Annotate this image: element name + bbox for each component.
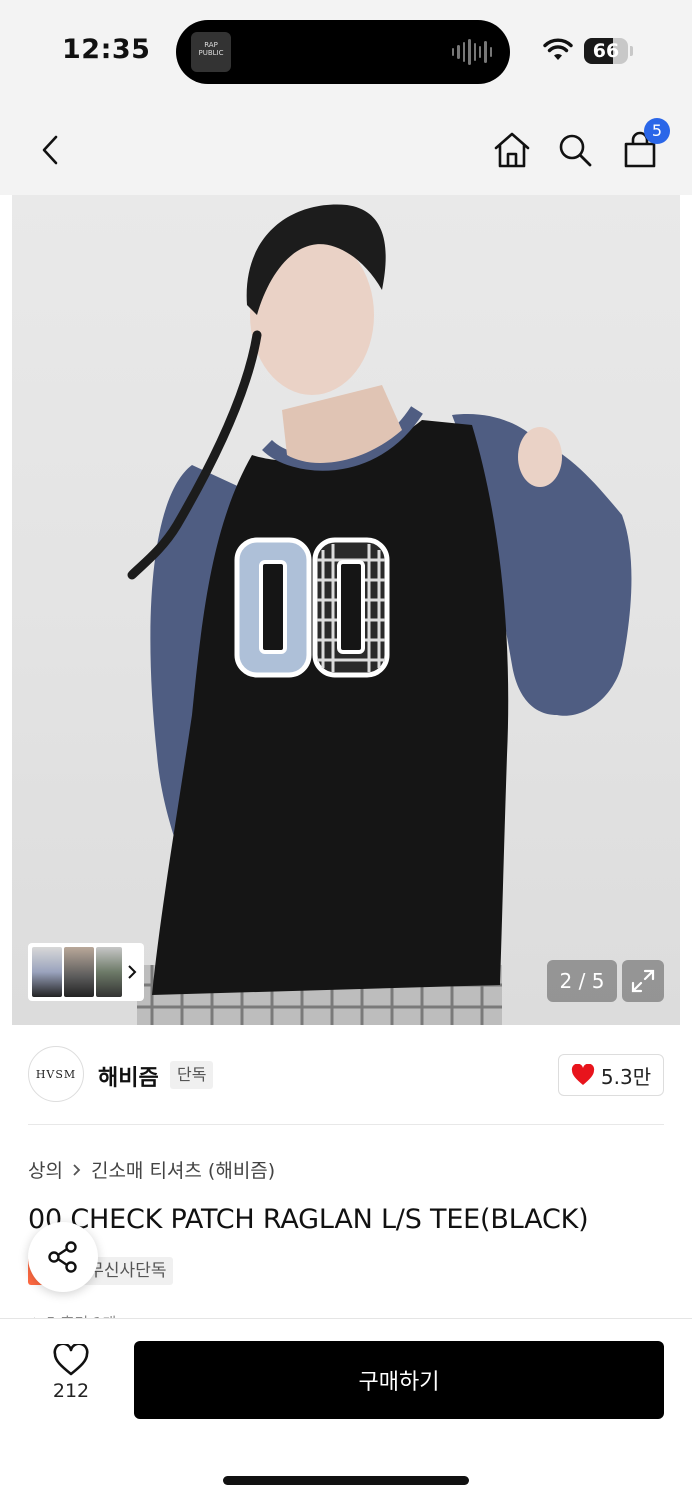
brand-name[interactable]: 해비즘 bbox=[98, 1060, 159, 1092]
chevron-right-icon bbox=[128, 965, 137, 979]
divider bbox=[28, 1124, 664, 1125]
chevron-left-icon bbox=[42, 135, 58, 165]
thumbnail[interactable] bbox=[96, 947, 122, 997]
product-image[interactable] bbox=[12, 195, 680, 1025]
now-playing-art: RAP PUBLIC bbox=[191, 32, 231, 72]
search-button[interactable] bbox=[553, 128, 597, 172]
back-button[interactable] bbox=[28, 128, 72, 172]
expand-button[interactable] bbox=[622, 960, 664, 1002]
app-header: 5 bbox=[0, 100, 692, 195]
breadcrumb: 상의 긴소매 티셔츠 (해비즘) bbox=[28, 1156, 275, 1183]
product-page: 12:35 RAP PUBLIC 66 5 2 / 5 HVSM 해비즘 단독 … bbox=[0, 0, 692, 1500]
heart-outline-icon bbox=[53, 1344, 89, 1376]
image-thumbnails[interactable] bbox=[28, 943, 144, 1001]
brand-exclusive-tag: 단독 bbox=[170, 1061, 214, 1089]
status-bar: 12:35 RAP PUBLIC 66 bbox=[0, 0, 692, 100]
cart-button[interactable]: 5 bbox=[618, 118, 670, 172]
wifi-icon bbox=[543, 38, 573, 60]
thumbnail[interactable] bbox=[32, 947, 62, 997]
thumbnail[interactable] bbox=[64, 947, 94, 997]
battery-level: 66 bbox=[592, 40, 620, 62]
wishlist-button[interactable]: 212 bbox=[36, 1344, 106, 1414]
share-icon bbox=[48, 1241, 77, 1273]
cart-count-badge: 5 bbox=[644, 118, 670, 144]
brand-logo[interactable]: HVSM bbox=[28, 1046, 84, 1102]
product-photo bbox=[127, 204, 632, 1025]
share-button[interactable] bbox=[28, 1222, 98, 1292]
expand-icon bbox=[631, 969, 655, 993]
chevron-right-icon bbox=[73, 1163, 81, 1176]
home-icon bbox=[494, 132, 530, 168]
buy-button[interactable]: 구매하기 bbox=[134, 1341, 664, 1419]
home-indicator[interactable] bbox=[223, 1476, 469, 1485]
heart-filled-icon bbox=[571, 1064, 594, 1085]
brand-like-count: 5.3만 bbox=[600, 1064, 652, 1089]
product-title: 00 CHECK PATCH RAGLAN L/S TEE(BLACK) bbox=[28, 1204, 589, 1235]
dynamic-island[interactable]: RAP PUBLIC bbox=[176, 20, 510, 84]
brand-like-button[interactable]: 5.3만 bbox=[558, 1054, 664, 1096]
home-button[interactable] bbox=[490, 128, 534, 172]
status-time: 12:35 bbox=[62, 34, 151, 65]
search-icon bbox=[559, 134, 592, 167]
image-page-indicator: 2 / 5 bbox=[547, 960, 617, 1002]
wishlist-count: 212 bbox=[52, 1380, 90, 1402]
battery-icon: 66 bbox=[584, 38, 628, 64]
breadcrumb-category[interactable]: 상의 bbox=[28, 1156, 63, 1183]
breadcrumb-subcategory[interactable]: 긴소매 티셔츠 (해비즘) bbox=[91, 1156, 275, 1183]
audio-waveform-icon bbox=[452, 39, 492, 65]
